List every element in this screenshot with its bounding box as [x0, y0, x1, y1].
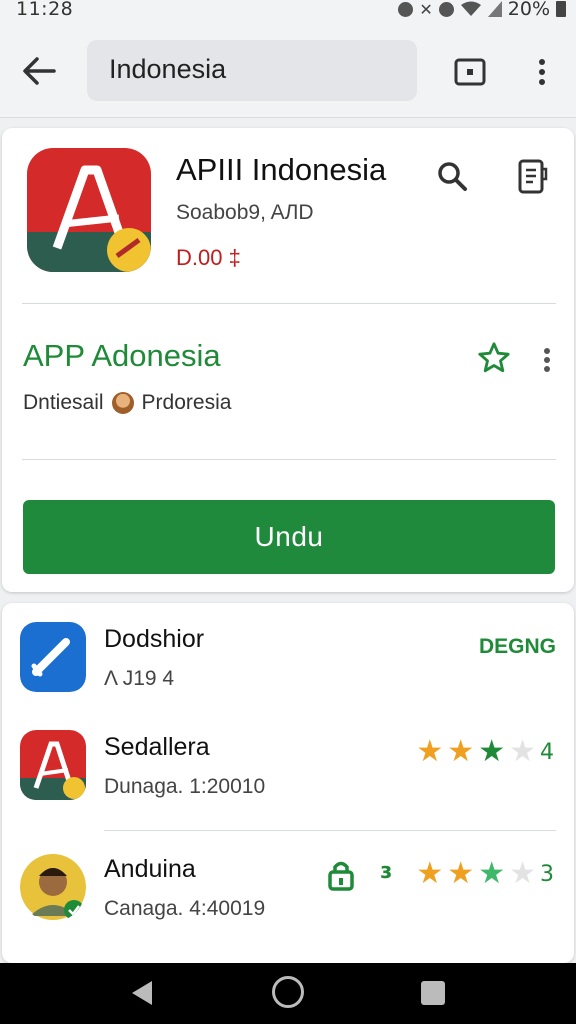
person-app-icon [20, 852, 86, 922]
app-subtitle: Soabob9, AЛD [176, 201, 314, 224]
divider [22, 303, 556, 304]
system-nav-bar [0, 963, 576, 1024]
rating-value: 4 [540, 739, 554, 765]
document-icon [518, 159, 548, 194]
status-time: 11:28 [16, 0, 74, 20]
app-name: Dodshior [104, 625, 205, 653]
app-price: D.00 ‡ [176, 245, 241, 270]
app-meta: Dunaga. 1:20010 [104, 775, 266, 798]
related-apps-card: Dodshior Λ J19 4 DEGNG Sedallera Dunaga.… [2, 603, 574, 963]
app-meta: Λ J19 4 [104, 667, 175, 690]
app-name-heading: APP Adonesia [23, 338, 221, 373]
star-filled-icon: ★ [447, 734, 475, 769]
more-vert-icon [539, 59, 545, 85]
developer-region: Prdoresia [141, 391, 232, 414]
signal-icon [487, 1, 502, 17]
install-link[interactable]: DEGNG [479, 635, 556, 659]
list-item[interactable]: Anduina Canaga. 4:40019 ɜ ★ ★ ★ ★ 3 [2, 839, 574, 949]
star-filled-icon: ★ [416, 856, 444, 891]
nav-back-icon[interactable] [128, 978, 158, 1008]
star-filled-icon: ★ [416, 734, 444, 769]
rating-value: 3 [540, 861, 554, 887]
top-app-bar: Indonesia [0, 22, 576, 118]
search-input[interactable]: Indonesia [87, 40, 417, 101]
star-outline-icon [478, 342, 510, 373]
red-a-app-icon [20, 730, 86, 800]
notification-icon [398, 1, 414, 17]
list-item[interactable]: Dodshior Λ J19 4 DEGNG [2, 609, 574, 719]
mute-icon: ✕ [419, 0, 433, 19]
rating-prefix: ɜ [380, 859, 392, 884]
back-button[interactable] [14, 46, 64, 96]
status-bar: 11:28 ✕ 20% [0, 0, 576, 22]
app-name: Anduina [104, 855, 196, 883]
screen-button[interactable] [446, 48, 494, 96]
nav-recents-icon[interactable] [421, 981, 445, 1005]
app-options-button[interactable] [532, 340, 562, 380]
app-rating: ★ ★ ★ ★ 3 [416, 859, 554, 889]
sync-icon [438, 1, 454, 17]
install-button[interactable]: Undu [23, 500, 555, 574]
lock-button[interactable] [324, 855, 358, 895]
developer-row: Dntiesail Prdoresia [23, 391, 231, 415]
star-filled-icon: ★ [478, 734, 506, 769]
lock-icon [328, 861, 354, 891]
developer-name: Dntiesail [23, 391, 104, 414]
divider [104, 830, 556, 831]
battery-icon [556, 1, 566, 17]
star-filled-icon: ★ [447, 856, 475, 891]
app-detail-card: APIII Indonesia Soabob9, AЛD D.00 ‡ APP … [2, 128, 574, 592]
screen-icon [454, 58, 486, 86]
arrow-left-icon [23, 57, 56, 85]
wifi-icon [460, 1, 481, 16]
app-title: APIII Indonesia [176, 152, 387, 187]
list-item[interactable]: Sedallera Dunaga. 1:20010 ★ ★ ★ ★ 4 [2, 717, 574, 827]
developer-avatar [111, 392, 134, 414]
app-name: Sedallera [104, 733, 210, 761]
star-empty-icon: ★ [509, 856, 536, 891]
app-rating: ★ ★ ★ ★ 4 [416, 737, 554, 767]
overflow-menu-button[interactable] [520, 48, 564, 96]
divider [22, 459, 556, 460]
status-icons: ✕ 20% [398, 0, 566, 20]
search-query-text[interactable]: Indonesia [109, 54, 226, 85]
favorite-button[interactable] [474, 338, 514, 378]
search-icon [438, 162, 467, 191]
more-vert-icon [544, 348, 550, 372]
nav-home-icon[interactable] [272, 976, 304, 1008]
battery-percent: 20% [507, 0, 550, 20]
star-empty-icon: ★ [509, 734, 536, 769]
details-button[interactable] [510, 152, 556, 200]
search-button[interactable] [430, 154, 474, 198]
pencil-app-icon [20, 622, 86, 692]
app-icon [27, 148, 151, 272]
star-half-icon: ★ [478, 856, 506, 891]
app-meta: Canaga. 4:40019 [104, 897, 266, 920]
